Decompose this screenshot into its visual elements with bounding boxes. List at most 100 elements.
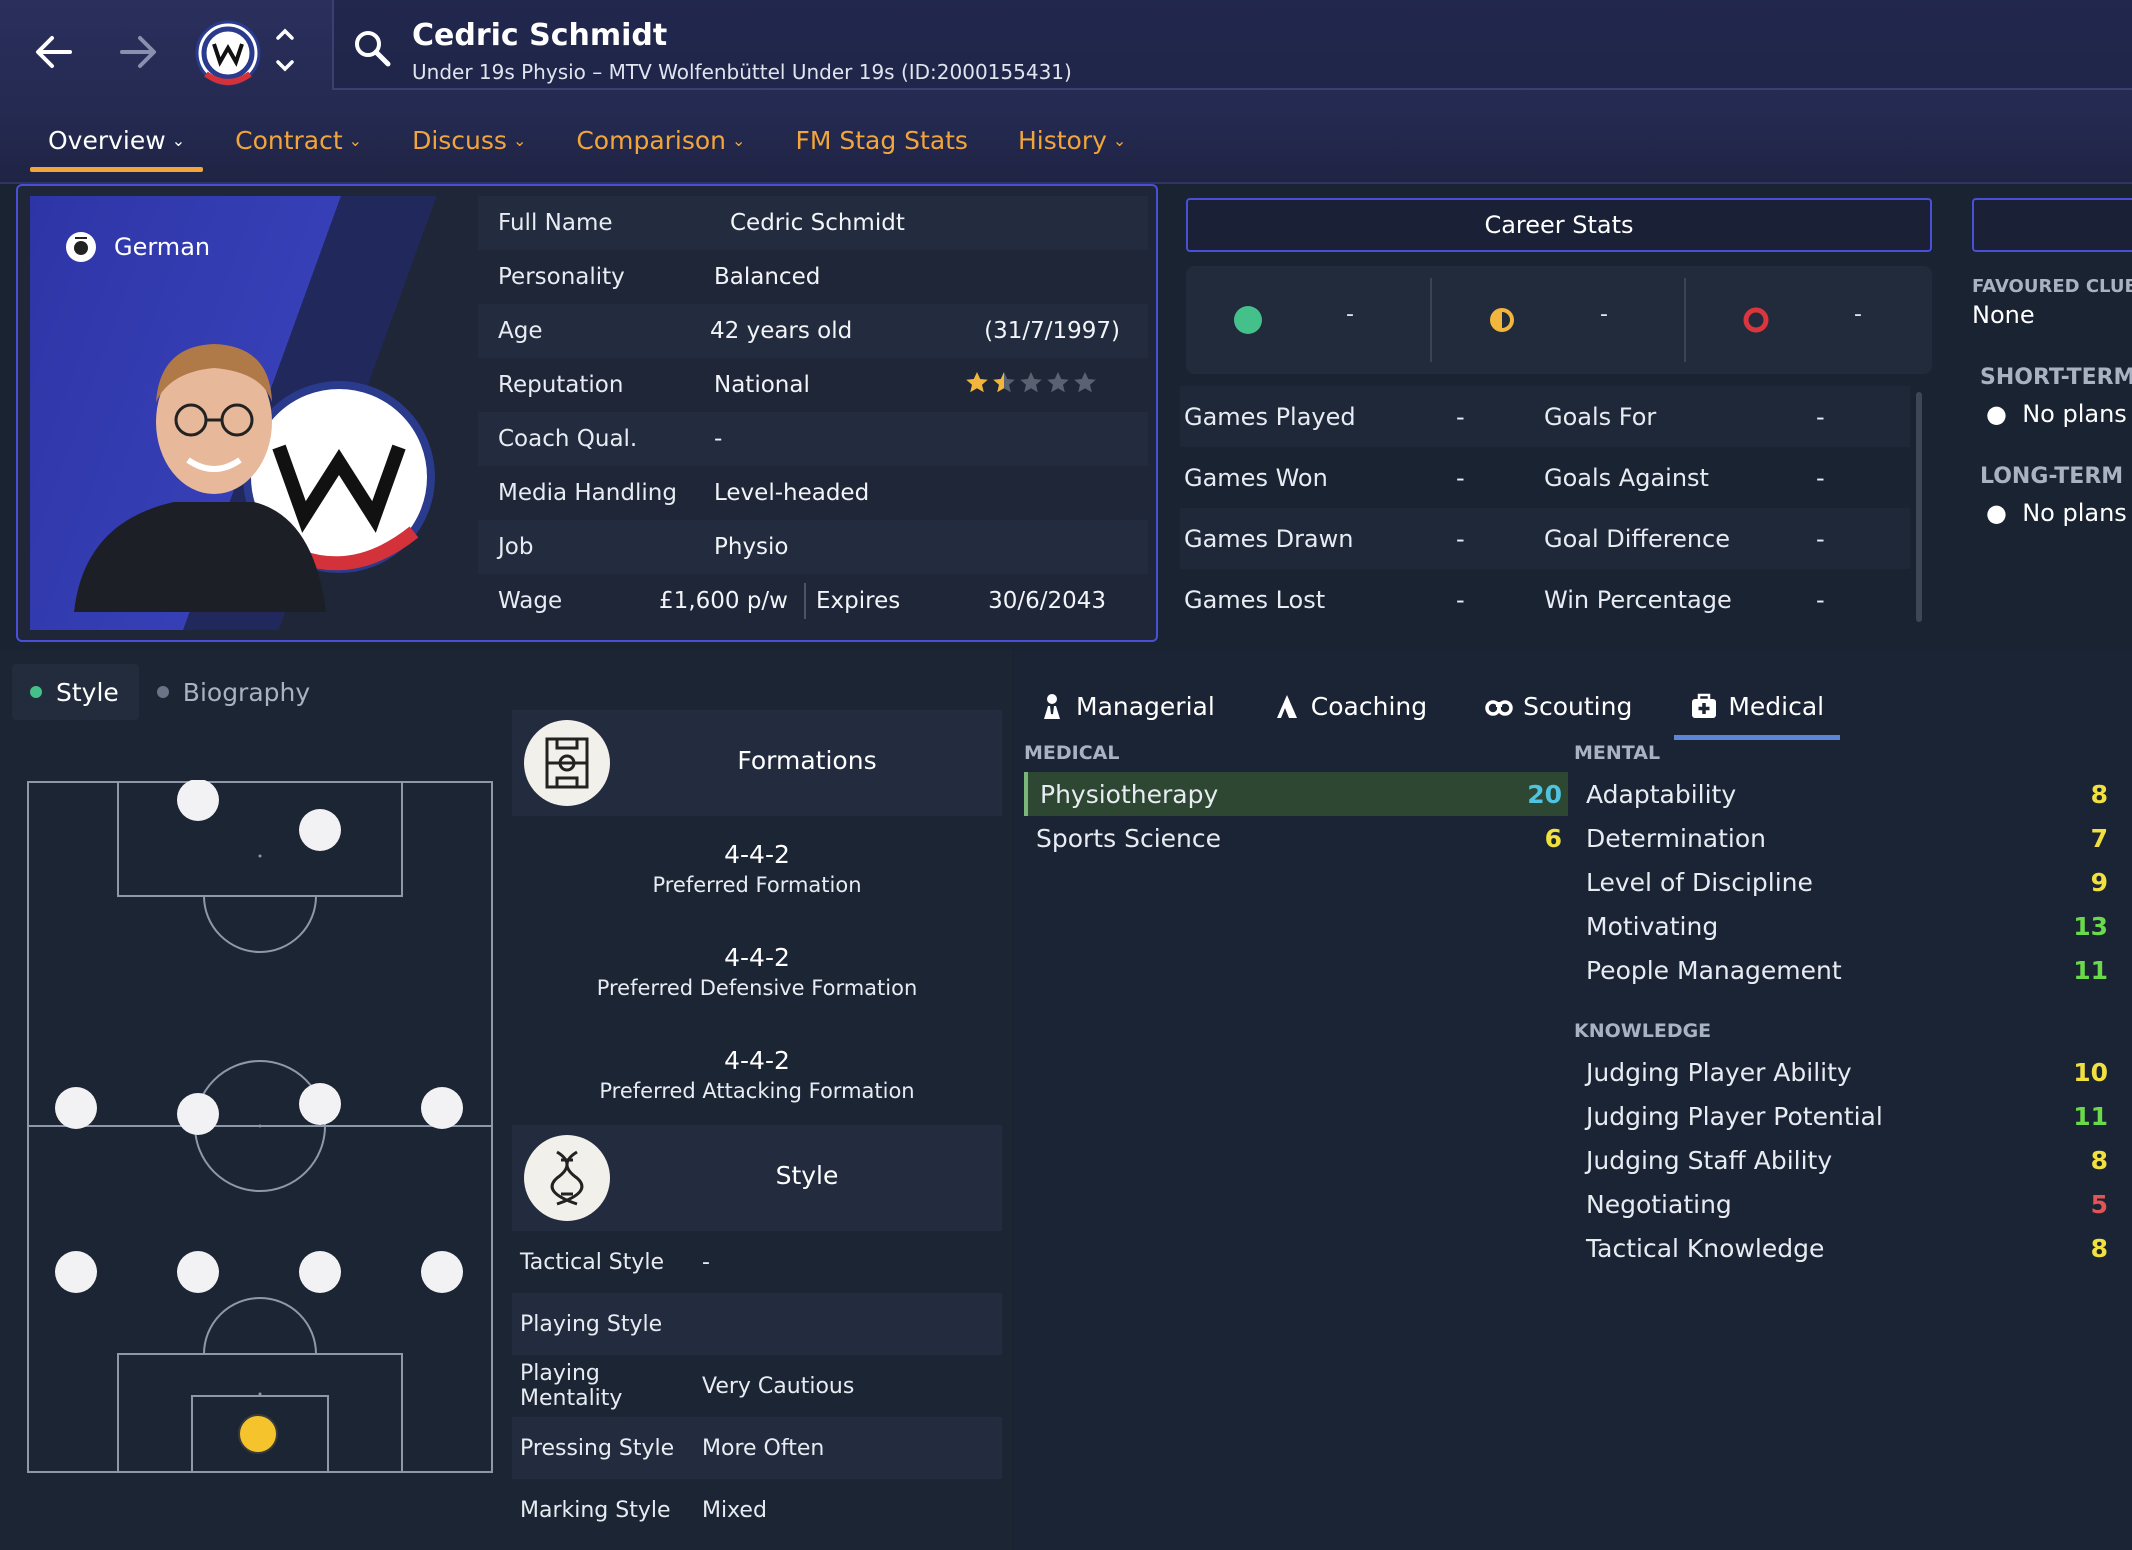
style-row: Pressing Style More Often [512, 1417, 1002, 1479]
stat-value: - [1816, 524, 1825, 553]
short-term-plans-item: ● No plans f [1972, 400, 2132, 428]
tab-label: Comparison [576, 126, 727, 155]
manager-icon [1044, 694, 1060, 719]
info-label: Media Handling [498, 480, 677, 506]
attribute-row[interactable]: People Management 11 [1574, 948, 2114, 992]
tab-contract[interactable]: Contract ⌄ [217, 122, 380, 172]
player-dot [421, 1087, 463, 1129]
star-icon [966, 372, 988, 393]
info-row-age: Age 42 years old (31/7/1997) [478, 304, 1148, 358]
formation-label: Preferred Formation [652, 873, 862, 897]
style-sub-tabs: Style Biography [12, 664, 330, 720]
attribute-row[interactable]: Motivating 13 [1574, 904, 2114, 948]
info-label: Age [498, 318, 543, 344]
tab-label: Biography [182, 677, 311, 707]
wins-summary: - [1186, 266, 1434, 374]
info-label: Job [498, 534, 534, 560]
tab-scouting[interactable]: Scouting [1461, 678, 1656, 734]
attribute-row[interactable]: Determination 7 [1574, 816, 2114, 860]
attribute-row[interactable]: Negotiating 5 [1574, 1182, 2114, 1226]
tab-fm-stag-stats[interactable]: FM Stag Stats [777, 122, 986, 172]
tab-style[interactable]: Style [12, 664, 139, 720]
stat-label: Games Lost [1184, 585, 1326, 614]
tab-label: Scouting [1523, 691, 1633, 721]
arrow-left-icon [36, 36, 72, 68]
tab-overview[interactable]: Overview ⌄ [30, 122, 204, 172]
style-label: Marking Style [520, 1497, 671, 1523]
search-bar[interactable]: Cedric Schmidt Under 19s Physio – MTV Wo… [332, 0, 2132, 90]
attribute-row[interactable]: Judging Player Ability 10 [1574, 1050, 2114, 1094]
career-stats-scrollbar[interactable] [1916, 392, 1922, 622]
tab-label: Contract [235, 126, 343, 155]
formations-header: Formations [512, 710, 1002, 816]
goalkeeper-dot [238, 1414, 278, 1454]
losses-summary: - [1694, 266, 1942, 374]
career-stats-label: Career Stats [1484, 211, 1634, 239]
attribute-row[interactable]: Judging Staff Ability 8 [1574, 1138, 2114, 1182]
career-stats-button[interactable]: Career Stats [1186, 198, 1932, 252]
staff-name: Cedric Schmidt [412, 18, 668, 53]
active-dot-icon [30, 686, 42, 698]
stat-value: - [1816, 463, 1825, 492]
tab-managerial[interactable]: Managerial [1014, 678, 1239, 734]
inactive-dot-icon [156, 686, 169, 698]
info-row-media-handling: Media Handling Level-headed [478, 466, 1148, 520]
info-label: Personality [498, 264, 625, 290]
plan-text: No plans f [2022, 499, 2132, 527]
pitch-icon [524, 720, 610, 806]
attribute-row[interactable]: Sports Science 6 [1024, 816, 1568, 860]
attribute-row[interactable]: Adaptability 8 [1574, 772, 2114, 816]
chevron-down-icon: ⌄ [1112, 131, 1127, 150]
medical-section: MEDICAL Physiotherapy 20 Sports Science 6 [1024, 742, 1568, 860]
attribute-value: 20 [1527, 779, 1562, 809]
preferred-attacking-formation: 4-4-2 Preferred Attacking Formation [512, 1022, 1002, 1125]
tab-coaching[interactable]: Coaching [1249, 678, 1451, 734]
stat-label: Goals For [1544, 402, 1657, 431]
tab-biography[interactable]: Biography [139, 664, 330, 720]
attribute-value: 8 [2090, 1145, 2108, 1175]
attribute-row[interactable]: Judging Player Potential 11 [1574, 1094, 2114, 1138]
back-button[interactable] [26, 24, 82, 80]
style-row: Marking Style Mixed [512, 1479, 1002, 1541]
nationality[interactable]: German [66, 232, 210, 262]
chevron-down-icon: ⌄ [732, 131, 746, 150]
attribute-value: 7 [2090, 823, 2108, 853]
favoured-clubs-value: None [1972, 301, 2035, 329]
player-dot [299, 1251, 341, 1293]
attribute-value: 11 [2073, 955, 2108, 985]
star-icon [1074, 372, 1096, 393]
knowledge-section: KNOWLEDGE Judging Player Ability 10 Judgin… [1574, 1020, 2114, 1270]
medical-heading: MEDICAL [1024, 742, 1120, 764]
formation-value: 4-4-2 [724, 1046, 790, 1075]
tab-history[interactable]: History ⌄ [1000, 122, 1144, 172]
formation-value: 4-4-2 [724, 943, 790, 972]
search-icon[interactable] [352, 28, 392, 68]
formations-title: Formations [737, 746, 877, 775]
style-label: Playing Style [520, 1311, 663, 1337]
secondary-panel-button[interactable] [1972, 198, 2132, 252]
tab-medical[interactable]: Medical [1666, 678, 1848, 740]
attribute-name: Determination [1586, 823, 1767, 853]
attribute-row[interactable]: Physiotherapy 20 [1024, 772, 1568, 816]
style-rows: Tactical Style - Playing Style Playing M… [512, 1231, 1002, 1541]
style-header: Style [512, 1125, 1002, 1231]
formation-label: Preferred Attacking Formation [599, 1079, 915, 1103]
star-icon [1020, 372, 1042, 393]
binoculars-icon [1485, 700, 1513, 716]
tab-discuss[interactable]: Discuss ⌄ [394, 122, 544, 172]
attribute-row[interactable]: Tactical Knowledge 8 [1574, 1226, 2114, 1270]
player-dot [55, 1251, 97, 1293]
stat-value: - [1456, 524, 1465, 553]
attribute-row[interactable]: Level of Discipline 9 [1574, 860, 2114, 904]
mental-attributes: Adaptability 8 Determination 7 Level of Disc… [1574, 772, 2114, 992]
forward-button[interactable] [110, 24, 166, 80]
club-switch-arrows[interactable] [270, 24, 300, 76]
style-label: Playing Mentality [520, 1361, 623, 1411]
stat-label: Win Percentage [1544, 585, 1732, 614]
club-badge[interactable] [192, 18, 268, 88]
stat-value: - [1816, 402, 1825, 431]
tab-comparison[interactable]: Comparison ⌄ [558, 122, 763, 172]
style-value: More Often [702, 1435, 825, 1461]
stat-label: Goals Against [1544, 463, 1709, 492]
dna-icon [524, 1135, 610, 1221]
